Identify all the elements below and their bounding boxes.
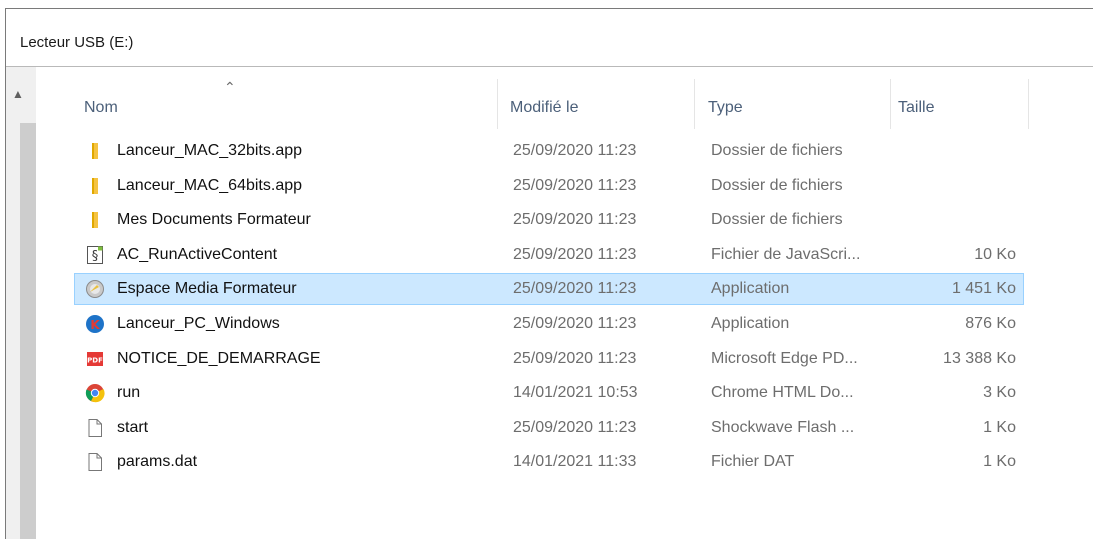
file-row[interactable]: § AC_RunActiveContent 25/09/2020 11:23 Fich… <box>74 239 1024 271</box>
file-type: Dossier de fichiers <box>711 211 843 229</box>
file-type: Shockwave Flash ... <box>711 418 855 436</box>
file-row[interactable]: params.dat 14/01/2021 11:33 Fichier DAT 1 K… <box>74 446 1024 478</box>
file-type: Chrome HTML Do... <box>711 384 854 402</box>
application-icon <box>85 279 105 299</box>
file-size: 3 Ko <box>983 384 1016 402</box>
folder-icon <box>85 176 105 196</box>
launcher-app-icon: K <box>85 314 105 334</box>
file-modified: 25/09/2020 11:23 <box>513 315 637 332</box>
column-size[interactable]: Taille <box>898 99 934 117</box>
column-name[interactable]: Nom <box>84 99 118 117</box>
file-name: Lanceur_MAC_64bits.app <box>117 176 303 194</box>
file-row[interactable]: start 25/09/2020 11:23 Shockwave Flash ...… <box>74 412 1024 444</box>
column-modified[interactable]: Modifié le <box>510 99 578 117</box>
file-name: start <box>117 418 149 436</box>
address-bar[interactable]: Lecteur USB (E:) <box>6 9 1093 67</box>
file-name: AC_RunActiveContent <box>117 245 278 263</box>
blank-file-icon <box>85 418 105 438</box>
svg-text:§: § <box>92 249 99 264</box>
file-name: Lanceur_MAC_32bits.app <box>117 142 303 159</box>
file-modified: 25/09/2020 11:23 <box>513 280 637 298</box>
file-size: 10 Ko <box>974 245 1016 263</box>
file-name: params.dat <box>117 453 198 471</box>
file-name: NOTICE_DE_DEMARRAGE <box>117 349 321 367</box>
file-size: 13 388 Ko <box>943 349 1016 367</box>
file-modified: 25/09/2020 11:23 <box>513 176 637 194</box>
folder-icon <box>85 210 105 230</box>
file-name: Mes Documents Formateur <box>117 211 311 229</box>
svg-text:K: K <box>90 318 100 332</box>
file-modified: 25/09/2020 11:23 <box>513 142 637 159</box>
blank-file-icon <box>85 452 105 472</box>
column-header: ⌃ Nom Modifié le Type Taille <box>72 79 1032 129</box>
pdf-icon: PDF <box>85 349 105 369</box>
file-row[interactable]: Espace Media Formateur 25/09/2020 11:23 Ap… <box>74 273 1024 306</box>
file-row[interactable]: run 14/01/2021 10:53 Chrome HTML Do... 3 Ko <box>74 377 1024 409</box>
javascript-file-icon: § <box>85 245 105 265</box>
file-size: 1 Ko <box>983 453 1016 471</box>
file-type: Application <box>711 315 790 332</box>
file-size: 1 451 Ko <box>951 280 1016 298</box>
file-type: Dossier de fichiers <box>711 176 843 194</box>
column-divider[interactable] <box>497 79 498 129</box>
file-modified: 25/09/2020 11:23 <box>513 211 637 229</box>
vertical-scrollbar[interactable]: ▲ <box>6 67 36 539</box>
file-type: Fichier de JavaScri... <box>711 245 861 263</box>
explorer-window: Lecteur USB (E:) ▲ ⌃ Nom Modifié le Type… <box>5 8 1093 539</box>
file-type: Dossier de fichiers <box>711 142 843 159</box>
chrome-icon <box>85 383 105 403</box>
file-modified: 14/01/2021 10:53 <box>513 384 638 402</box>
file-size: 1 Ko <box>983 418 1016 436</box>
file-name: run <box>117 384 141 402</box>
scrollbar-thumb[interactable] <box>20 123 36 539</box>
file-modified: 25/09/2020 11:23 <box>513 349 637 367</box>
file-modified: 25/09/2020 11:23 <box>513 418 637 436</box>
folder-icon <box>85 141 105 161</box>
file-row[interactable]: PDF NOTICE_DE_DEMARRAGE 25/09/2020 11:23 Mi… <box>74 343 1024 375</box>
column-divider[interactable] <box>890 79 891 129</box>
file-name: Lanceur_PC_Windows <box>117 315 280 332</box>
file-type: Application <box>711 280 790 298</box>
file-row[interactable]: Lanceur_MAC_32bits.app 25/09/2020 11:23 Do… <box>74 135 1024 167</box>
file-name: Espace Media Formateur <box>117 280 297 298</box>
file-type: Fichier DAT <box>711 453 795 471</box>
window-title: Lecteur USB (E:) <box>20 34 134 51</box>
file-size: 876 Ko <box>965 315 1016 332</box>
file-type: Microsoft Edge PD... <box>711 349 858 367</box>
column-type[interactable]: Type <box>708 99 743 117</box>
file-modified: 25/09/2020 11:23 <box>513 245 637 263</box>
file-modified: 14/01/2021 11:33 <box>513 453 637 471</box>
file-row[interactable]: Mes Documents Formateur 25/09/2020 11:23 D… <box>74 204 1024 236</box>
column-divider[interactable] <box>694 79 695 129</box>
file-row[interactable]: K Lanceur_PC_Windows 25/09/2020 11:23 Appli… <box>74 308 1024 340</box>
scroll-up-icon[interactable]: ▲ <box>12 87 24 101</box>
svg-text:PDF: PDF <box>87 356 103 364</box>
column-divider[interactable] <box>1028 79 1029 129</box>
file-row[interactable]: Lanceur_MAC_64bits.app 25/09/2020 11:23 Do… <box>74 170 1024 202</box>
sort-ascending-icon: ⌃ <box>224 79 236 95</box>
